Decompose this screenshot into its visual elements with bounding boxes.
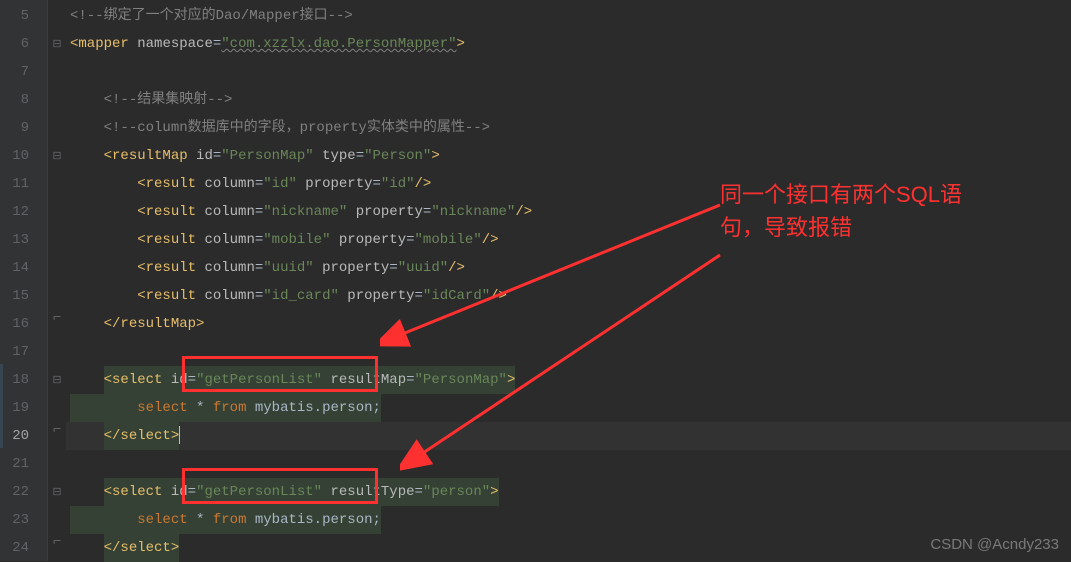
code-line[interactable]: [66, 450, 1071, 478]
fold-toggle-icon[interactable]: ⊟: [48, 30, 66, 58]
fold-toggle-icon[interactable]: ⊟: [48, 142, 66, 170]
watermark: CSDN @Acndy233: [930, 536, 1059, 553]
line-number: 22: [0, 478, 47, 506]
line-number: 18: [0, 366, 47, 394]
line-number: 17: [0, 338, 47, 366]
line-number: 8: [0, 86, 47, 114]
code-line[interactable]: <result column="id_card" property="idCar…: [66, 282, 1071, 310]
fold-end-icon[interactable]: ⌐: [48, 534, 66, 562]
code-area[interactable]: <!--绑定了一个对应的Dao/Mapper接口--> <mapper name…: [66, 0, 1071, 561]
code-line[interactable]: <result column="uuid" property="uuid"/>: [66, 254, 1071, 282]
fold-end-icon[interactable]: ⌐: [48, 310, 66, 338]
code-line[interactable]: </select>: [66, 534, 1071, 562]
annotation-text: 同一个接口有两个SQL语 句，导致报错: [720, 178, 962, 244]
line-number: 5: [0, 2, 47, 30]
line-number: 15: [0, 282, 47, 310]
gutter: 5 6 7 8 9 10 11 12 13 14 15 16 17 18 19 …: [0, 0, 48, 561]
code-line[interactable]: <!--column数据库中的字段，property实体类中的属性-->: [66, 114, 1071, 142]
code-line[interactable]: <mapper namespace="com.xzzlx.dao.PersonM…: [66, 30, 1071, 58]
code-line[interactable]: <!--绑定了一个对应的Dao/Mapper接口-->: [66, 2, 1071, 30]
code-line[interactable]: [66, 338, 1071, 366]
fold-column: ⊟ ⊟ ⌐ ⊟ ⌐ ⊟ ⌐: [48, 0, 66, 561]
line-number: 12: [0, 198, 47, 226]
line-number: 19: [0, 394, 47, 422]
line-number: 13: [0, 226, 47, 254]
line-number: 10: [0, 142, 47, 170]
code-line[interactable]: select * from mybatis.person;: [66, 394, 1071, 422]
line-number: 24: [0, 534, 47, 562]
code-line[interactable]: select * from mybatis.person;: [66, 506, 1071, 534]
text-cursor: [179, 426, 180, 444]
line-number: 16: [0, 310, 47, 338]
line-number: 20: [0, 422, 47, 450]
fold-end-icon[interactable]: ⌐: [48, 422, 66, 450]
line-number: 23: [0, 506, 47, 534]
line-number: 7: [0, 58, 47, 86]
line-number: 21: [0, 450, 47, 478]
line-number: 11: [0, 170, 47, 198]
code-line[interactable]: <resultMap id="PersonMap" type="Person">: [66, 142, 1071, 170]
line-number: 9: [0, 114, 47, 142]
fold-toggle-icon[interactable]: ⊟: [48, 366, 66, 394]
code-line[interactable]: </resultMap>: [66, 310, 1071, 338]
fold-toggle-icon[interactable]: ⊟: [48, 478, 66, 506]
line-number: 6: [0, 30, 47, 58]
code-line[interactable]: [66, 58, 1071, 86]
line-number: 14: [0, 254, 47, 282]
code-line[interactable]: <!--结果集映射-->: [66, 86, 1071, 114]
code-line[interactable]: <select id="getPersonList" resultMap="Pe…: [66, 366, 1071, 394]
code-editor[interactable]: 5 6 7 8 9 10 11 12 13 14 15 16 17 18 19 …: [0, 0, 1071, 561]
code-line[interactable]: <select id="getPersonList" resultType="p…: [66, 478, 1071, 506]
code-line[interactable]: </select>: [66, 422, 1071, 450]
